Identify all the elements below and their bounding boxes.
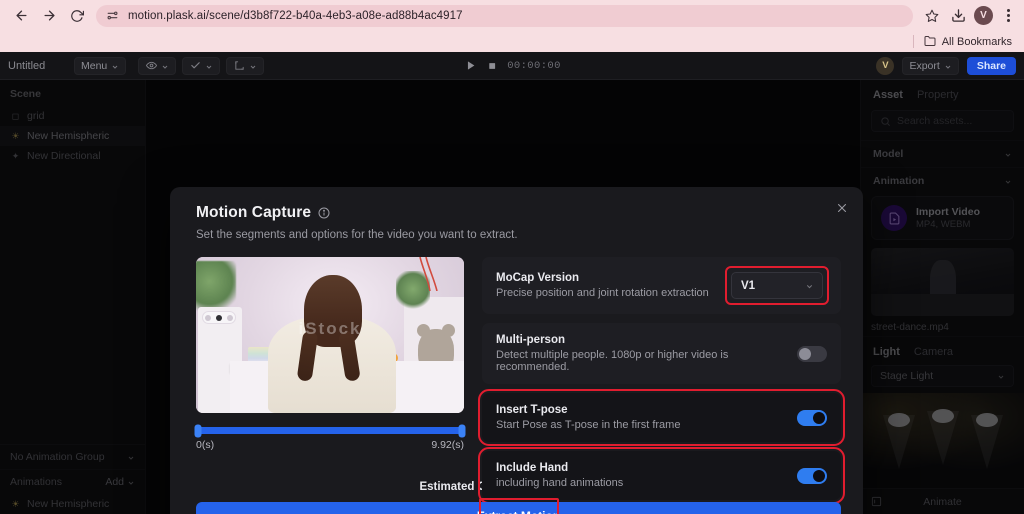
bookmarks-bar: All Bookmarks (0, 31, 1024, 52)
chevron-down-icon (944, 62, 952, 70)
export-label: Export (909, 59, 940, 72)
mocap-version-select[interactable]: V1 (731, 272, 823, 299)
bookmarks-divider (912, 35, 914, 48)
timecode-display: 00:00:00 (507, 59, 561, 72)
app-topbar: Untitled Menu 00:00:00 V Export Share (0, 52, 1024, 80)
share-button[interactable]: Share (966, 56, 1016, 75)
browser-profile-avatar[interactable]: V (974, 6, 993, 25)
modal-title: Motion Capture (196, 204, 312, 221)
toggle-knob (799, 347, 811, 360)
option-row-include-hand: Include Hand including hand animations (478, 447, 845, 504)
video-cords (419, 257, 438, 291)
browser-toolbar: motion.plask.ai/scene/d3b8f722-b40a-4eb3… (0, 0, 1024, 31)
option-row-insert-tpose: Insert T-pose Start Pose as T-pose in th… (478, 389, 845, 446)
option-text-insert-tpose: Insert T-pose Start Pose as T-pose in th… (496, 404, 680, 431)
chevron-down-icon (249, 62, 257, 70)
timeline-track[interactable] (194, 424, 466, 437)
visibility-tool[interactable] (138, 56, 177, 75)
timeline-labels: 0(s) 9.92(s) (196, 439, 464, 451)
app-body: Scene ◻ grid ☀ New Hemispheric ✦ New Dir… (0, 80, 1024, 514)
option-title: MoCap Version (496, 272, 580, 284)
site-settings-icon[interactable] (106, 9, 120, 23)
forward-arrow-icon[interactable] (36, 3, 62, 29)
stop-button[interactable] (485, 59, 499, 73)
option-description: including hand animations (496, 477, 624, 489)
option-text-include-hand: Include Hand including hand animations (496, 462, 623, 489)
option-row-multi-person: Multi-person Detect multiple people. 108… (482, 323, 841, 384)
back-arrow-icon[interactable] (8, 3, 34, 29)
info-icon[interactable] (318, 207, 330, 219)
timeline-handle-end[interactable] (458, 424, 466, 437)
video-appliance-panel (202, 311, 236, 324)
chevron-down-icon (161, 62, 169, 70)
timeline-handle-start[interactable] (194, 424, 202, 437)
chrome-actions: V (947, 6, 1016, 25)
reload-icon[interactable] (64, 3, 90, 29)
mocap-version-value: V1 (741, 279, 756, 292)
option-description: Detect multiple people. 1080p or higher … (496, 349, 729, 373)
option-row-mocap-version: MoCap Version Precise position and joint… (482, 257, 841, 314)
include-hand-toggle[interactable] (797, 467, 827, 484)
timeline-start-label: 0(s) (196, 439, 215, 451)
option-description: Start Pose as T-pose in the first frame (496, 419, 681, 431)
timeline-selection (196, 427, 464, 434)
menu-dropdown[interactable]: Menu (74, 56, 127, 75)
check-icon (189, 60, 201, 72)
option-title: Include Hand (496, 462, 569, 474)
video-watermark: iStock (298, 318, 362, 338)
bookmark-star-icon[interactable] (921, 5, 943, 27)
modal-header: Motion Capture (170, 187, 863, 222)
multi-person-toggle[interactable] (797, 345, 827, 362)
toggle-knob (813, 411, 825, 424)
timeline-end-label: 9.92(s) (431, 439, 464, 451)
option-title: Insert T-pose (496, 404, 568, 416)
viewport-tools (138, 56, 265, 75)
topbar-right-actions: V Export Share (876, 56, 1016, 75)
downloads-icon[interactable] (949, 7, 967, 25)
chevron-down-icon (205, 62, 213, 70)
toggle-knob (813, 469, 825, 482)
plask-app: Untitled Menu 00:00:00 V Export Share Mo… (0, 52, 1024, 514)
modal-content: iStock 0(s) 9.92(s) MoCap Version Precis… (170, 241, 863, 504)
move-axis-icon (233, 60, 245, 72)
video-preview[interactable]: iStock (196, 257, 464, 413)
user-avatar[interactable]: V (876, 56, 895, 75)
motion-capture-modal: Motion Capture Set the segments and opti… (170, 187, 863, 514)
address-bar[interactable]: motion.plask.ai/scene/d3b8f722-b40a-4eb3… (96, 4, 913, 27)
transform-tool[interactable] (226, 56, 265, 75)
eye-icon (145, 60, 157, 72)
project-title[interactable]: Untitled (8, 60, 66, 72)
all-bookmarks-label: All Bookmarks (941, 35, 1012, 48)
playback-controls: 00:00:00 (463, 59, 561, 73)
chrome-menu-icon[interactable] (1000, 9, 1016, 22)
all-bookmarks-button[interactable]: All Bookmarks (924, 35, 1012, 48)
play-button[interactable] (463, 59, 477, 73)
option-description: Precise position and joint rotation extr… (496, 287, 709, 299)
mocap-version-highlight: V1 (725, 266, 829, 305)
export-button[interactable]: Export (902, 56, 959, 75)
option-text-mocap-version: MoCap Version Precise position and joint… (496, 272, 709, 299)
chevron-down-icon (805, 282, 813, 290)
folder-icon (924, 35, 937, 48)
address-bar-url[interactable]: motion.plask.ai/scene/d3b8f722-b40a-4eb3… (128, 10, 463, 22)
video-preview-column: iStock 0(s) 9.92(s) (194, 257, 466, 475)
modal-subtitle: Set the segments and options for the vid… (196, 229, 518, 241)
select-tool[interactable] (182, 56, 221, 75)
video-timeline: 0(s) 9.92(s) (194, 424, 466, 451)
insert-tpose-toggle[interactable] (797, 409, 827, 426)
extract-button-wrapper: Extract Motion (196, 498, 841, 514)
option-title: Multi-person (496, 334, 565, 346)
browser-chrome: motion.plask.ai/scene/d3b8f722-b40a-4eb3… (0, 0, 1024, 52)
options-column: MoCap Version Precise position and joint… (478, 257, 845, 504)
option-text-multi-person: Multi-person Detect multiple people. 108… (496, 334, 787, 373)
extract-motion-button[interactable]: Extract Motion (196, 502, 841, 514)
chevron-down-icon (111, 62, 119, 70)
close-icon[interactable] (835, 201, 849, 215)
menu-label: Menu (81, 59, 108, 72)
